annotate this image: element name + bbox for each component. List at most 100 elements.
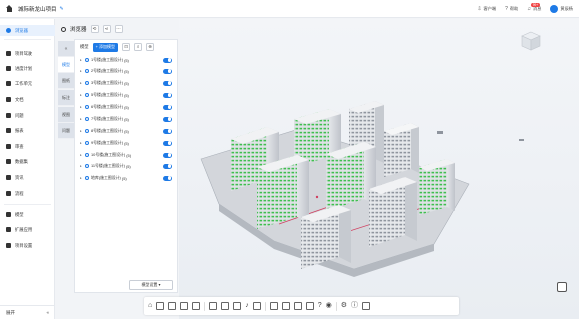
collapse-sidebar-icon[interactable]: « (46, 310, 49, 315)
visibility-toggle[interactable] (163, 80, 172, 86)
section-box-icon[interactable] (156, 302, 165, 310)
screenshot-icon[interactable] (252, 302, 261, 310)
sidebar-item-issues[interactable]: 问题 (0, 110, 55, 121)
visibility-toggle[interactable] (163, 104, 172, 110)
home-view-icon[interactable]: ⌂ (148, 302, 152, 310)
tab-model[interactable]: 模型 (58, 57, 74, 73)
sidebar-item-extensions[interactable]: 扩展应用 (0, 224, 55, 235)
issue-icon (6, 113, 11, 118)
sidebar-item-news[interactable]: 资讯 (0, 172, 55, 183)
sidebar-item-project-settings[interactable]: 项目设置 (0, 240, 55, 251)
help-button[interactable]: ? 帮助 (505, 6, 518, 12)
viewpoint-home-icon[interactable] (557, 282, 567, 292)
sidebar-item-workflow[interactable]: 流程 (0, 188, 55, 199)
more-icon[interactable]: ⋯ (114, 25, 123, 33)
tab-views[interactable]: 视图 (58, 107, 74, 123)
visibility-toggle[interactable] (163, 163, 172, 169)
sidebar-item-reports[interactable]: 报表 (0, 125, 55, 136)
axis-icon[interactable] (168, 302, 177, 310)
sync-icon[interactable]: ⟲ (90, 25, 99, 33)
sidebar-item-model[interactable]: 模型 (0, 209, 55, 220)
divider (4, 39, 51, 40)
list-item[interactable]: ▸ 9号楼(施工图设计) (5) (75, 138, 179, 148)
sidebar-item-review[interactable]: 审查 (0, 141, 55, 152)
list-item[interactable]: ▸ 1号楼(施工图设计) (5) (75, 55, 179, 65)
settings-icon (6, 243, 11, 248)
sidebar-footer[interactable]: 展开 « (0, 305, 55, 319)
edit-project-icon[interactable]: ✎ (60, 6, 64, 12)
project-title: 城际新龙山项目 (18, 6, 57, 13)
list-item[interactable]: ▸ 2号楼(施工图设计) (5) (75, 66, 179, 76)
tab-drawings[interactable]: 图纸 (58, 73, 74, 89)
download-icon: ⇩ (477, 6, 482, 12)
share-icon[interactable]: ⋖ (102, 25, 111, 33)
sidebar-item-dataset[interactable]: 数据集 (0, 156, 55, 167)
tab-issues[interactable]: 问题 (58, 123, 74, 139)
sidebar-item-browser[interactable]: 浏览器 (0, 25, 55, 36)
fullscreen-icon[interactable] (362, 302, 371, 310)
list-item[interactable]: ▸ 3号楼(施工图设计) (5) (75, 78, 179, 88)
building-model-render (200, 101, 524, 277)
zoom-icon[interactable]: ⊕ (146, 43, 155, 51)
tree-icon[interactable] (233, 302, 242, 310)
viewer-toolbar: ⌂ ♪ ? ◉ ⚙ ⓘ (144, 297, 459, 315)
comment-icon[interactable] (293, 302, 302, 310)
divider (4, 204, 51, 205)
grid-icon[interactable] (180, 302, 189, 310)
visibility-toggle[interactable] (163, 116, 172, 122)
list-item[interactable]: ▸ 11号楼(施工图设计) (5) (75, 161, 179, 171)
cube-icon[interactable] (305, 302, 314, 310)
visibility-toggle[interactable] (163, 128, 172, 134)
eye-icon[interactable]: ◉ (326, 302, 332, 310)
list-item[interactable]: ▸ 10号楼(施工图设计) (5) (75, 150, 179, 160)
microphone-icon[interactable]: ♪ (245, 302, 249, 310)
settings-icon[interactable]: ⚙ (341, 302, 347, 310)
bell-icon: ♫ (527, 6, 532, 12)
sidebar-item-workunit[interactable]: 工作单元 (0, 78, 55, 89)
model-settings-button[interactable]: 模型设置 ▾ (129, 280, 173, 290)
folder-icon[interactable] (281, 302, 290, 310)
copy-icon[interactable] (269, 302, 278, 310)
visibility-toggle[interactable] (163, 175, 172, 181)
dataset-icon (6, 159, 11, 164)
add-model-button[interactable]: + 添加模型 (92, 42, 119, 52)
list-item[interactable]: ▸ 6号楼(施工图设计) (5) (75, 102, 179, 112)
model-icon (85, 117, 89, 121)
info-icon[interactable]: ⓘ (351, 302, 358, 310)
user-menu[interactable]: 黄辰杨 (550, 5, 573, 13)
help-icon[interactable]: ? (318, 302, 322, 310)
home-icon[interactable] (6, 5, 13, 12)
model-panel: 模型 + 添加模型 ⊡ ⌕ ⊕ ▸ 1号楼(施工图设计) (5) ▸ 2号楼(施工图… (74, 39, 178, 293)
list-item[interactable]: ▸ 地库(施工图设计) (5) (75, 173, 179, 183)
client-download-button[interactable]: ⇩ 客户端 (477, 6, 496, 12)
list-item[interactable]: ▸ 8号楼(施工图设计) (5) (75, 126, 179, 136)
model-viewport[interactable] (179, 19, 579, 319)
layer-icon[interactable] (192, 302, 201, 310)
model-icon (6, 212, 11, 217)
browser-icon (61, 26, 66, 32)
top-bar: 城际新龙山项目 ✎ ⇩ 客户端 ? 帮助 ♫ 99+ 消息 黄辰杨 (0, 0, 579, 18)
tab-markup[interactable]: 标注 (58, 90, 74, 106)
search-icon[interactable]: ⌕ (134, 43, 143, 51)
measure-icon[interactable] (209, 302, 218, 310)
sidebar-item-documents[interactable]: 文档 (0, 94, 55, 105)
sidebar-item-schedule[interactable]: 进度计划 (0, 63, 55, 74)
model-icon (85, 81, 89, 85)
document-icon (6, 97, 11, 102)
visibility-toggle[interactable] (163, 152, 172, 158)
lock-icon[interactable]: ⊡ (122, 43, 131, 51)
list-item[interactable]: ▸ 7号楼(施工图设计) (5) (75, 114, 179, 124)
visibility-toggle[interactable] (163, 57, 172, 63)
visibility-toggle[interactable] (163, 92, 172, 98)
model-panel-toolbar: 模型 + 添加模型 ⊡ ⌕ ⊕ (75, 40, 179, 54)
visibility-toggle[interactable] (163, 140, 172, 146)
visibility-toggle[interactable] (163, 68, 172, 74)
collapse-panel-button[interactable]: « (58, 41, 74, 57)
list-item[interactable]: ▸ 5号楼(施工图设计) (5) (75, 90, 179, 100)
messages-button[interactable]: ♫ 99+ 消息 (527, 3, 541, 12)
workunit-icon (6, 81, 11, 86)
view-cube-icon[interactable] (519, 29, 543, 53)
sidebar-item-dashboard[interactable]: 项目驾驶 (0, 48, 55, 59)
walk-icon[interactable] (221, 302, 230, 310)
model-icon (85, 164, 89, 168)
